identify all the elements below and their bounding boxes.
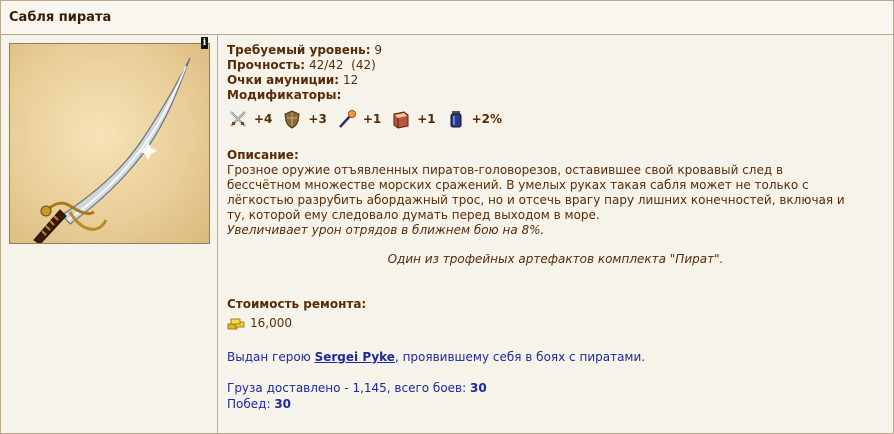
modifiers-row: Модификаторы: bbox=[227, 88, 341, 103]
effect-text: Увеличивает урон отрядов в ближнем бою н… bbox=[227, 223, 545, 237]
modifier-value: +2% bbox=[471, 112, 503, 126]
description-label: Описание: bbox=[227, 148, 299, 162]
set-note: Один из трофейных артефактов комплекта "… bbox=[387, 252, 724, 266]
cargo-row: Груза доставлено - 1,145, всего боев: 30 bbox=[227, 381, 487, 396]
repair-cost-heading: Стоимость ремонта: bbox=[227, 297, 366, 312]
panel-header: Сабля пирата bbox=[1, 1, 893, 35]
required-level-row: Требуемый уровень: 9 bbox=[227, 43, 382, 58]
wins-label: Побед: bbox=[227, 397, 275, 411]
modifier-value: +4 bbox=[254, 112, 273, 126]
artifact-image-cell: i bbox=[1, 35, 218, 433]
shield-icon bbox=[284, 110, 300, 129]
durability-value: 42/42 (42) bbox=[308, 58, 376, 72]
repair-cost-label: Стоимость ремонта: bbox=[227, 297, 367, 311]
potion-jar-icon bbox=[450, 111, 462, 128]
hero-link[interactable]: Sergei Pyke bbox=[315, 350, 395, 364]
ammo-points-row: Очки амуниции: 12 bbox=[227, 73, 358, 88]
repair-cost-value: 16,000 bbox=[250, 316, 292, 330]
description-text: Грозное оружие отъявленных пиратов-голов… bbox=[227, 163, 845, 222]
modifiers-label: Модификаторы: bbox=[227, 88, 342, 102]
repair-cost-row: 16,000 bbox=[227, 316, 292, 331]
crossed-swords-icon bbox=[230, 111, 246, 127]
modifier-value: +1 bbox=[417, 112, 436, 126]
info-icon[interactable]: i bbox=[201, 37, 208, 49]
issued-suffix: , проявившему себя в боях с пиратами. bbox=[394, 350, 646, 364]
issued-prefix: Выдан герою bbox=[227, 350, 315, 364]
modifier-value: +1 bbox=[362, 112, 382, 126]
durability-label: Прочность: bbox=[227, 58, 306, 72]
description-heading: Описание: bbox=[227, 148, 299, 163]
gold-icon bbox=[227, 318, 245, 329]
battles-value: 30 bbox=[470, 381, 487, 395]
cargo-text: Груза доставлено - 1,145, всего боев: bbox=[227, 381, 470, 395]
magic-wand-icon bbox=[338, 110, 356, 128]
artifact-panel: Сабля пирата i Требуемый уровень: 9 Проч… bbox=[0, 0, 894, 434]
issued-to-row: Выдан герою Sergei Pyke, проявившему себ… bbox=[227, 350, 645, 365]
wins-row: Побед: 30 bbox=[227, 397, 291, 412]
modifiers-list: +4 +3 +1 +1 +2% bbox=[228, 108, 512, 130]
required-level-label: Требуемый уровень: bbox=[227, 43, 371, 57]
panel-title: Сабля пирата bbox=[9, 10, 112, 25]
description-body: Грозное оружие отъявленных пиратов-голов… bbox=[227, 163, 852, 238]
ammo-points-label: Очки амуниции: bbox=[227, 73, 340, 87]
artifact-details: Требуемый уровень: 9 Прочность: 42/42 (4… bbox=[218, 35, 893, 433]
wins-value: 30 bbox=[274, 397, 292, 411]
required-level-value: 9 bbox=[374, 43, 383, 57]
saber-icon bbox=[33, 57, 191, 243]
spellbook-icon bbox=[393, 111, 409, 129]
pirate-saber-image bbox=[9, 43, 210, 244]
ammo-points-value: 12 bbox=[342, 73, 359, 87]
modifier-value: +3 bbox=[308, 112, 327, 126]
durability-row: Прочность: 42/42 (42) bbox=[227, 58, 376, 73]
